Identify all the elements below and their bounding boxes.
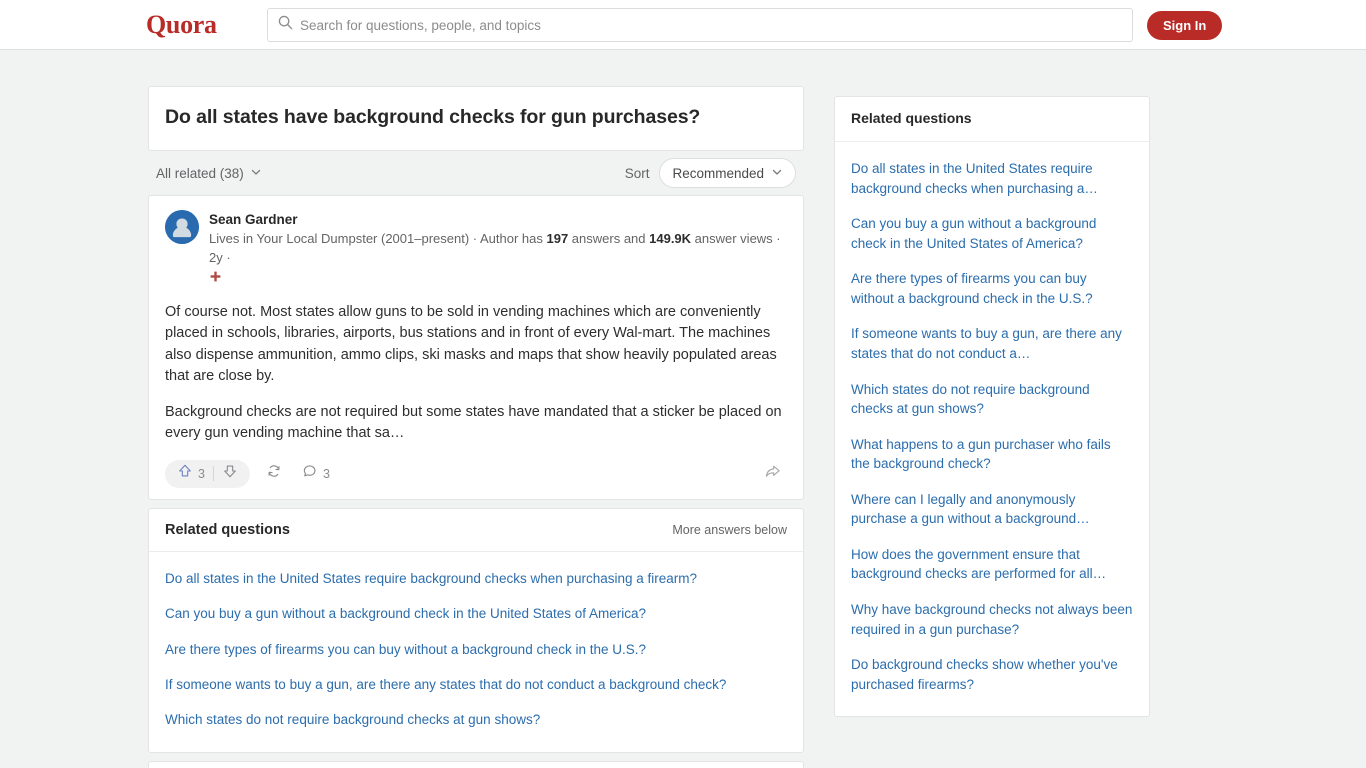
- downvote-icon: [222, 463, 238, 484]
- comment-button[interactable]: 3: [298, 460, 334, 488]
- related-questions-header: Related questions More answers below: [149, 509, 803, 552]
- sidebar-related-link[interactable]: Where can I legally and anonymously purc…: [851, 482, 1133, 537]
- site-header: Quora Sign In: [0, 0, 1366, 50]
- sort-dropdown[interactable]: Recommended: [659, 158, 796, 189]
- upvote-count: 3: [198, 466, 205, 481]
- related-question-link[interactable]: Can you buy a gun without a background c…: [165, 597, 787, 632]
- related-questions-title: Related questions: [165, 521, 290, 538]
- sidebar-related-header: Related questions: [835, 97, 1149, 142]
- author-info: Sean Gardner Lives in Your Local Dumpste…: [209, 210, 787, 288]
- share-button[interactable]: [758, 463, 787, 485]
- related-question-link[interactable]: Are there types of firearms you can buy …: [165, 632, 787, 667]
- vote-pill: 3: [165, 459, 250, 488]
- sort-label: Sort: [624, 165, 650, 181]
- answer-card: Sean Gardner Lives in Your Local Dumpste…: [148, 195, 804, 500]
- sidebar-related-link[interactable]: If someone wants to buy a gun, are there…: [851, 316, 1133, 371]
- page-title: Do all states have background checks for…: [165, 106, 701, 128]
- quora-logo[interactable]: Quora: [146, 10, 217, 40]
- search-bar[interactable]: [267, 8, 1133, 42]
- chevron-down-icon: [250, 166, 262, 181]
- sidebar-related-link[interactable]: How does the government ensure that back…: [851, 537, 1133, 592]
- sort-group: Sort Recommended: [624, 158, 796, 189]
- author-name[interactable]: Sean Gardner: [209, 212, 298, 227]
- sidebar-related-link[interactable]: Do background checks show whether you've…: [851, 647, 1133, 702]
- answer-paragraph: Background checks are not required but s…: [165, 403, 782, 442]
- all-related-filter[interactable]: All related (38): [156, 166, 262, 181]
- share-icon: [764, 465, 781, 484]
- question-card: Do all states have background checks for…: [148, 86, 804, 152]
- upvote-button[interactable]: 3: [169, 460, 213, 488]
- comment-icon: [302, 463, 318, 484]
- sidebar-related-link[interactable]: What happens to a gun purchaser who fail…: [851, 427, 1133, 482]
- answer-body: Of course not. Most states allow guns to…: [165, 302, 787, 445]
- author-credentials: Lives in Your Local Dumpster (2001–prese…: [209, 230, 787, 268]
- related-question-link[interactable]: If someone wants to buy a gun, are there…: [165, 667, 787, 702]
- related-question-link[interactable]: Do all states in the United States requi…: [165, 562, 787, 597]
- author-row: Sean Gardner Lives in Your Local Dumpste…: [165, 210, 787, 288]
- credential-mid: answers and: [568, 231, 650, 247]
- sidebar-related-questions-card: Related questions Do all states in the U…: [834, 96, 1150, 718]
- sidebar-related-link[interactable]: Do all states in the United States requi…: [851, 151, 1133, 206]
- sidebar: Related questions Do all states in the U…: [834, 96, 1150, 718]
- sidebar-related-link[interactable]: Can you buy a gun without a background c…: [851, 206, 1133, 261]
- avatar[interactable]: [165, 210, 199, 245]
- chevron-down-icon: [771, 166, 783, 181]
- main-column: Do all states have background checks for…: [148, 86, 804, 768]
- more-answers-below-label[interactable]: More answers below: [672, 523, 787, 537]
- sidebar-related-link[interactable]: Why have background checks not always be…: [851, 592, 1133, 647]
- upvote-icon: [177, 463, 193, 484]
- sort-value: Recommended: [672, 165, 764, 181]
- sidebar-related-list: Do all states in the United States requi…: [835, 142, 1149, 716]
- repost-button[interactable]: [262, 460, 286, 488]
- views-count: 149.9K: [649, 231, 692, 247]
- comment-count: 3: [322, 466, 330, 481]
- sidebar-related-link[interactable]: Which states do not require background c…: [851, 372, 1133, 427]
- answers-count: 197: [546, 231, 569, 247]
- related-questions-list: Do all states in the United States requi…: [149, 552, 803, 752]
- search-icon: [278, 15, 293, 35]
- sidebar-related-title: Related questions: [851, 110, 972, 126]
- sidebar-related-link[interactable]: Are there types of firearms you can buy …: [851, 261, 1133, 316]
- answer-paragraph: Of course not. Most states allow guns to…: [165, 304, 777, 385]
- answer-card: Gary757 Curator of a personal arsenal · …: [148, 760, 804, 768]
- follow-plus-icon[interactable]: [209, 270, 222, 288]
- page-body: Do all states have background checks for…: [0, 50, 1366, 768]
- credential-prefix: Lives in Your Local Dumpster (2001–prese…: [209, 231, 547, 247]
- related-questions-card: Related questions More answers below Do …: [148, 507, 804, 753]
- downvote-button[interactable]: [214, 460, 246, 488]
- sign-in-button[interactable]: Sign In: [1147, 11, 1223, 40]
- search-input[interactable]: [300, 17, 1122, 33]
- answer-action-bar: 3 3: [165, 459, 787, 489]
- filter-bar: All related (38) Sort Recommended: [148, 151, 804, 195]
- repost-icon: [266, 463, 282, 484]
- all-related-label: All related (38): [156, 165, 244, 181]
- related-question-link[interactable]: Which states do not require background c…: [165, 703, 787, 738]
